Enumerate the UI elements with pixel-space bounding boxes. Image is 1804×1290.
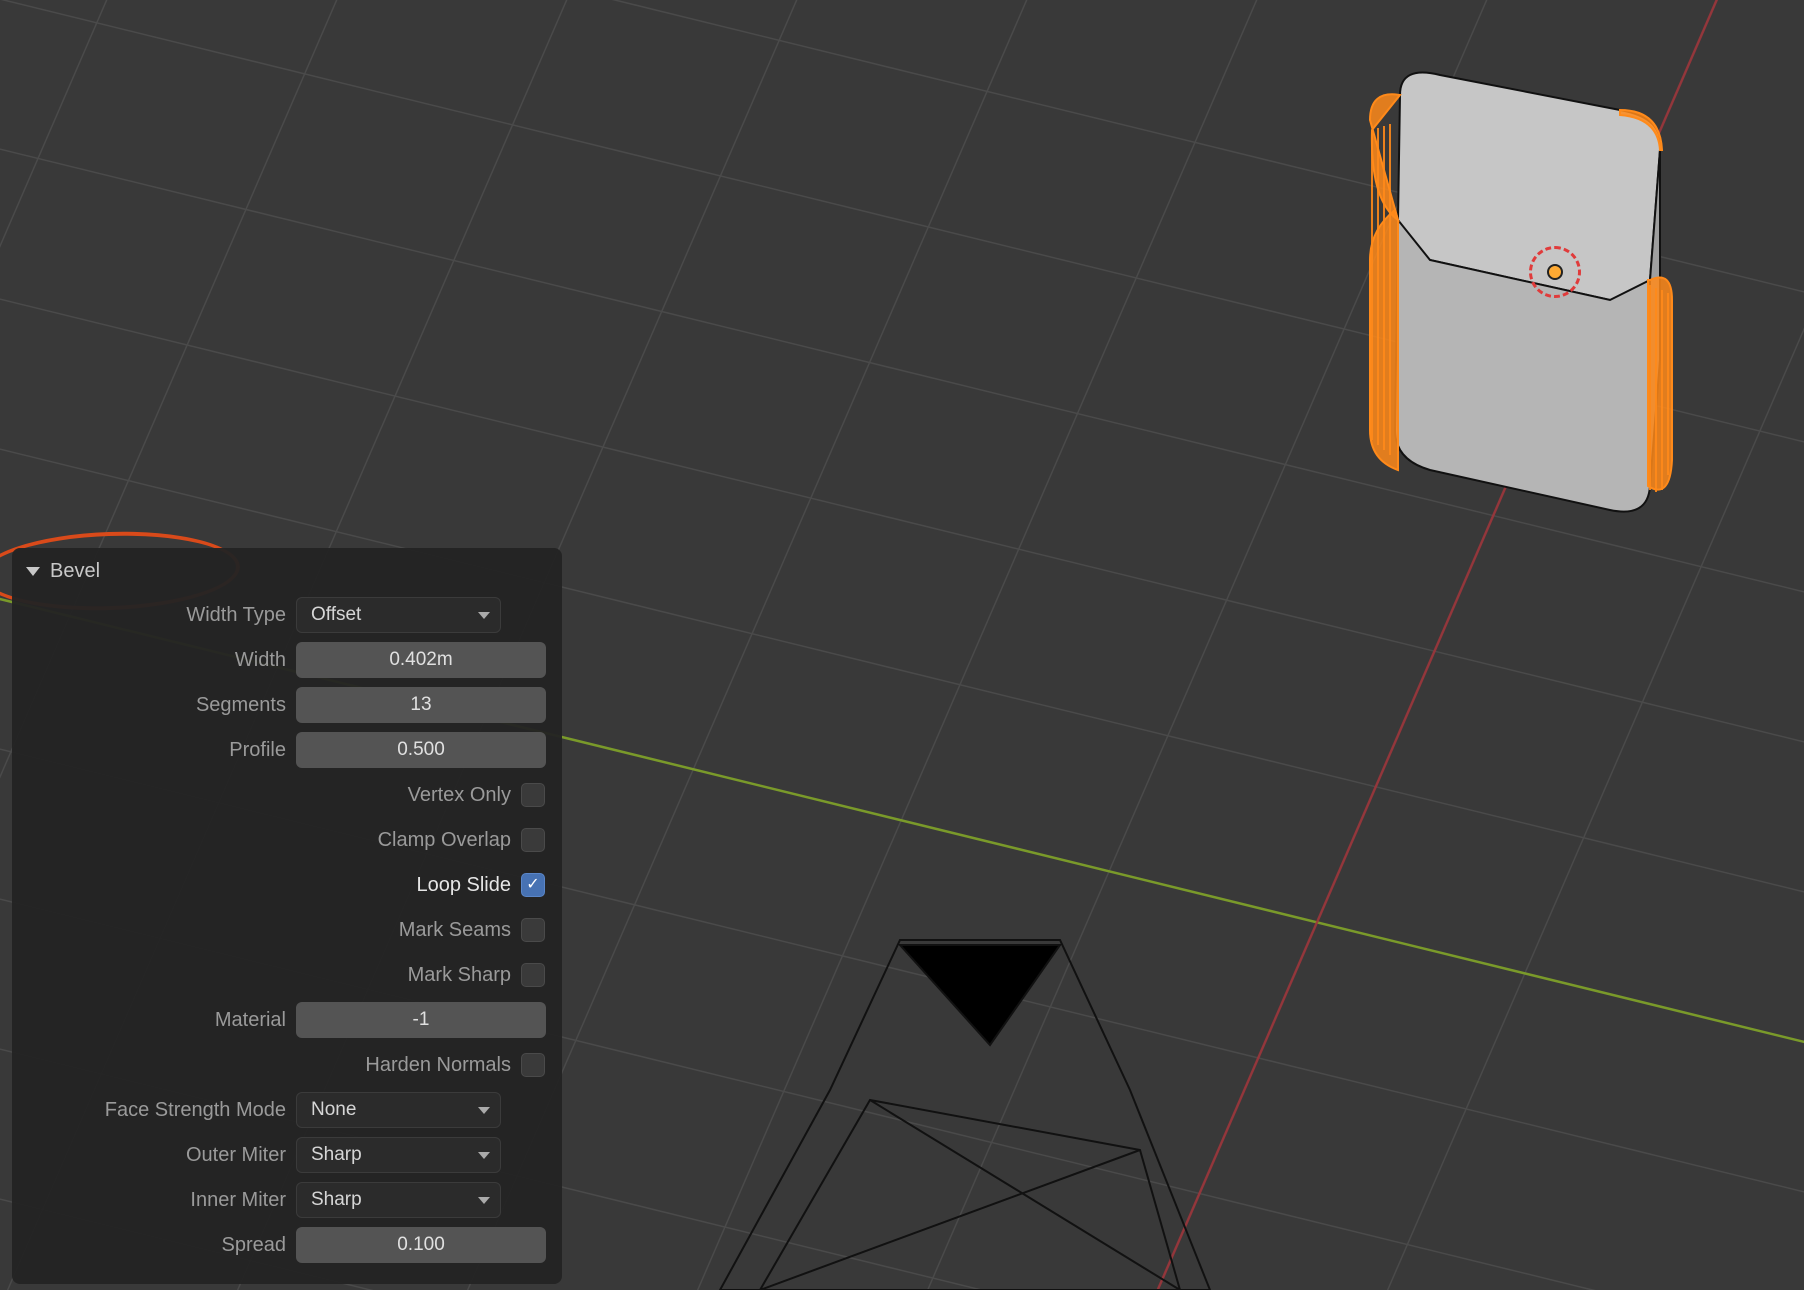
face-strength-dropdown[interactable]: None: [296, 1092, 501, 1128]
segments-label: Segments: [26, 694, 286, 717]
camera-object: [720, 940, 1210, 1290]
inner-miter-label: Inner Miter: [26, 1189, 286, 1212]
harden-normals-label: Harden Normals: [26, 1054, 511, 1077]
outer-miter-label: Outer Miter: [26, 1144, 286, 1167]
segments-field[interactable]: 13: [296, 687, 546, 723]
operator-panel-bevel: Bevel Width Type Offset Width 0.402m Seg…: [12, 548, 562, 1284]
outer-miter-dropdown[interactable]: Sharp: [296, 1137, 501, 1173]
disclosure-triangle-icon: [26, 567, 40, 576]
width-type-label: Width Type: [26, 604, 286, 627]
loop-slide-checkbox[interactable]: ✓: [521, 873, 545, 897]
panel-title: Bevel: [50, 560, 100, 583]
vertex-only-checkbox[interactable]: [521, 783, 545, 807]
chevron-down-icon: [478, 1197, 490, 1204]
panel-header[interactable]: Bevel: [26, 556, 548, 595]
mark-sharp-checkbox[interactable]: [521, 963, 545, 987]
spread-label: Spread: [26, 1234, 286, 1257]
chevron-down-icon: [478, 1152, 490, 1159]
width-field[interactable]: 0.402m: [296, 642, 546, 678]
width-label: Width: [26, 649, 286, 672]
spread-field[interactable]: 0.100: [296, 1227, 546, 1263]
profile-field[interactable]: 0.500: [296, 732, 546, 768]
chevron-down-icon: [478, 1107, 490, 1114]
beveled-cube: [1370, 73, 1672, 512]
chevron-down-icon: [478, 612, 490, 619]
width-type-dropdown[interactable]: Offset: [296, 597, 501, 633]
mark-seams-label: Mark Seams: [26, 919, 511, 942]
check-icon: ✓: [526, 877, 539, 893]
mark-seams-checkbox[interactable]: [521, 918, 545, 942]
material-label: Material: [26, 1009, 286, 1032]
loop-slide-label: Loop Slide: [26, 874, 511, 897]
face-strength-label: Face Strength Mode: [26, 1099, 286, 1122]
profile-label: Profile: [26, 739, 286, 762]
mark-sharp-label: Mark Sharp: [26, 964, 511, 987]
material-field[interactable]: -1: [296, 1002, 546, 1038]
clamp-overlap-checkbox[interactable]: [521, 828, 545, 852]
harden-normals-checkbox[interactable]: [521, 1053, 545, 1077]
inner-miter-dropdown[interactable]: Sharp: [296, 1182, 501, 1218]
vertex-only-label: Vertex Only: [26, 784, 511, 807]
clamp-overlap-label: Clamp Overlap: [26, 829, 511, 852]
